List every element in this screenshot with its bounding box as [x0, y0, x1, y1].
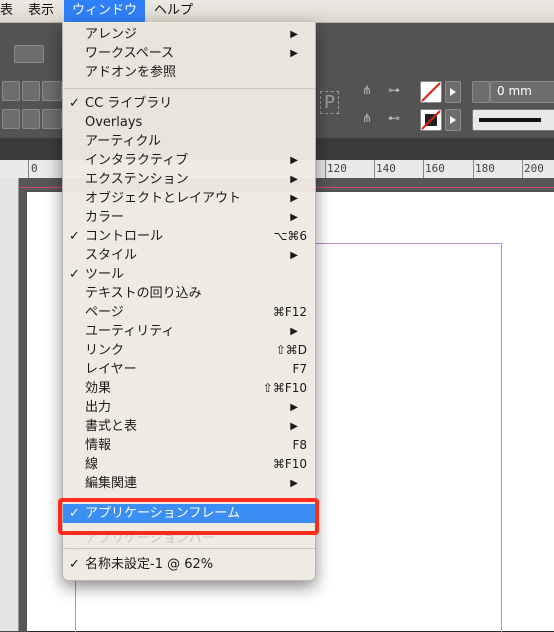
ruler-tick: 180	[475, 162, 495, 175]
stroke-menu-button[interactable]	[445, 109, 461, 131]
x-stepper[interactable]	[22, 81, 40, 101]
menu-item-effects[interactable]: 効果 ⇧⌘F10	[63, 379, 315, 398]
stroke-weight-stepper[interactable]	[472, 81, 490, 103]
frame-type-icon[interactable]: P	[320, 91, 339, 114]
screen-mode-button[interactable]	[14, 45, 44, 63]
menu-item-text-wrap[interactable]: テキストの回り込み	[63, 284, 315, 303]
menu-item-arrange[interactable]: アレンジ ▶	[63, 25, 315, 44]
play-icon	[450, 88, 456, 96]
shortcut: F8	[292, 438, 307, 452]
submenu-arrow-icon: ▶	[290, 402, 298, 413]
menu-item-articles[interactable]: アーティクル	[63, 132, 315, 151]
y-align-icon[interactable]	[2, 109, 20, 129]
menu-item-editorial[interactable]: 編集関連 ▶	[63, 474, 315, 493]
menu-item-overlays[interactable]: Overlays	[63, 113, 315, 132]
no-fill-icon	[421, 82, 441, 102]
menubar-window[interactable]: ウィンドウ	[64, 0, 146, 22]
align-icon-2[interactable]: ⊷	[388, 111, 400, 125]
submenu-arrow-icon: ▶	[290, 421, 298, 432]
menu-item-cc-libraries[interactable]: ✓ CC ライブラリ	[63, 94, 315, 113]
menubar-view[interactable]: 表示	[20, 0, 62, 22]
menubar: 表 表示 ウィンドウ ヘルプ	[0, 0, 554, 23]
checkmark-icon: ✓	[69, 229, 80, 244]
menu-separator	[63, 548, 315, 549]
menu-separator	[63, 88, 315, 89]
menu-item-stroke[interactable]: 線 ⌘F10	[63, 455, 315, 474]
stroke-type-select[interactable]	[472, 109, 554, 131]
menu-item-color[interactable]: カラー ▶	[63, 208, 315, 227]
ruler-tick: 160	[425, 162, 445, 175]
submenu-arrow-icon: ▶	[290, 174, 298, 185]
ruler-tick: 200	[524, 162, 544, 175]
menu-item-utilities[interactable]: ユーティリティ ▶	[63, 322, 315, 341]
menu-item-type-tables[interactable]: 書式と表 ▶	[63, 417, 315, 436]
submenu-arrow-icon: ▶	[290, 478, 298, 489]
submenu-arrow-icon: ▶	[290, 326, 298, 337]
annotation-highlight-box	[58, 498, 319, 535]
menu-item-pages[interactable]: ページ ⌘F12	[63, 303, 315, 322]
fill-menu-button[interactable]	[445, 81, 461, 103]
submenu-arrow-icon: ▶	[290, 193, 298, 204]
no-stroke-icon	[421, 110, 441, 130]
checkmark-icon: ✓	[69, 557, 80, 572]
menu-item-object-layout[interactable]: オブジェクトとレイアウト ▶	[63, 189, 315, 208]
menu-item-output[interactable]: 出力 ▶	[63, 398, 315, 417]
distribute-icon[interactable]: ⋔	[362, 83, 372, 97]
menu-item-document[interactable]: ✓ 名称未設定-1 @ 62%	[63, 555, 315, 574]
shortcut: ⇧⌘D	[275, 343, 307, 357]
checkmark-icon: ✓	[69, 96, 80, 111]
checkmark-icon: ✓	[69, 267, 80, 282]
menu-item-workspace[interactable]: ワークスペース ▶	[63, 44, 315, 63]
menu-item-styles[interactable]: スタイル ▶	[63, 246, 315, 265]
shortcut: ⌘F10	[272, 457, 307, 471]
shortcut: ⌥⌘6	[273, 229, 307, 243]
menu-item-extensions[interactable]: エクステンション ▶	[63, 170, 315, 189]
ruler-tick: 0	[31, 162, 38, 175]
shortcut: ⌘F12	[272, 305, 307, 319]
submenu-arrow-icon: ▶	[290, 212, 298, 223]
submenu-arrow-icon: ▶	[290, 29, 298, 40]
menubar-help[interactable]: ヘルプ	[146, 0, 201, 22]
reference-point-icon[interactable]	[2, 81, 20, 101]
shortcut: F7	[292, 362, 307, 376]
shortcut: ⇧⌘F10	[262, 381, 307, 395]
submenu-arrow-icon: ▶	[290, 250, 298, 261]
menu-item-interactive[interactable]: インタラクティブ ▶	[63, 151, 315, 170]
play-icon	[450, 116, 456, 124]
x-input[interactable]	[42, 81, 62, 101]
stroke-weight-value: 0 mm	[497, 84, 532, 98]
menu-item-links[interactable]: リンク ⇧⌘D	[63, 341, 315, 360]
menu-item-info[interactable]: 情報 F8	[63, 436, 315, 455]
menubar-table[interactable]: 表	[0, 0, 21, 22]
menu-item-layers[interactable]: レイヤー F7	[63, 360, 315, 379]
stroke-weight-input[interactable]: 0 mm	[490, 81, 554, 103]
submenu-arrow-icon: ▶	[290, 48, 298, 59]
y-stepper[interactable]	[22, 109, 40, 129]
vertical-ruler[interactable]	[0, 178, 19, 631]
ruler-tick: 140	[376, 162, 396, 175]
fill-swatch[interactable]	[420, 81, 442, 103]
stroke-swatch[interactable]	[420, 109, 442, 131]
submenu-arrow-icon: ▶	[290, 155, 298, 166]
ruler-tick: 120	[327, 162, 347, 175]
stroke-type-preview	[479, 118, 541, 122]
distribute-icon-2[interactable]: ⋔	[362, 111, 372, 125]
menu-item-control[interactable]: ✓ コントロール ⌥⌘6	[63, 227, 315, 246]
menu-item-browse-addons[interactable]: アドオンを参照	[63, 63, 315, 82]
y-input[interactable]	[42, 109, 62, 129]
menu-item-tools[interactable]: ✓ ツール	[63, 265, 315, 284]
align-icon[interactable]: ⊶	[388, 83, 400, 97]
